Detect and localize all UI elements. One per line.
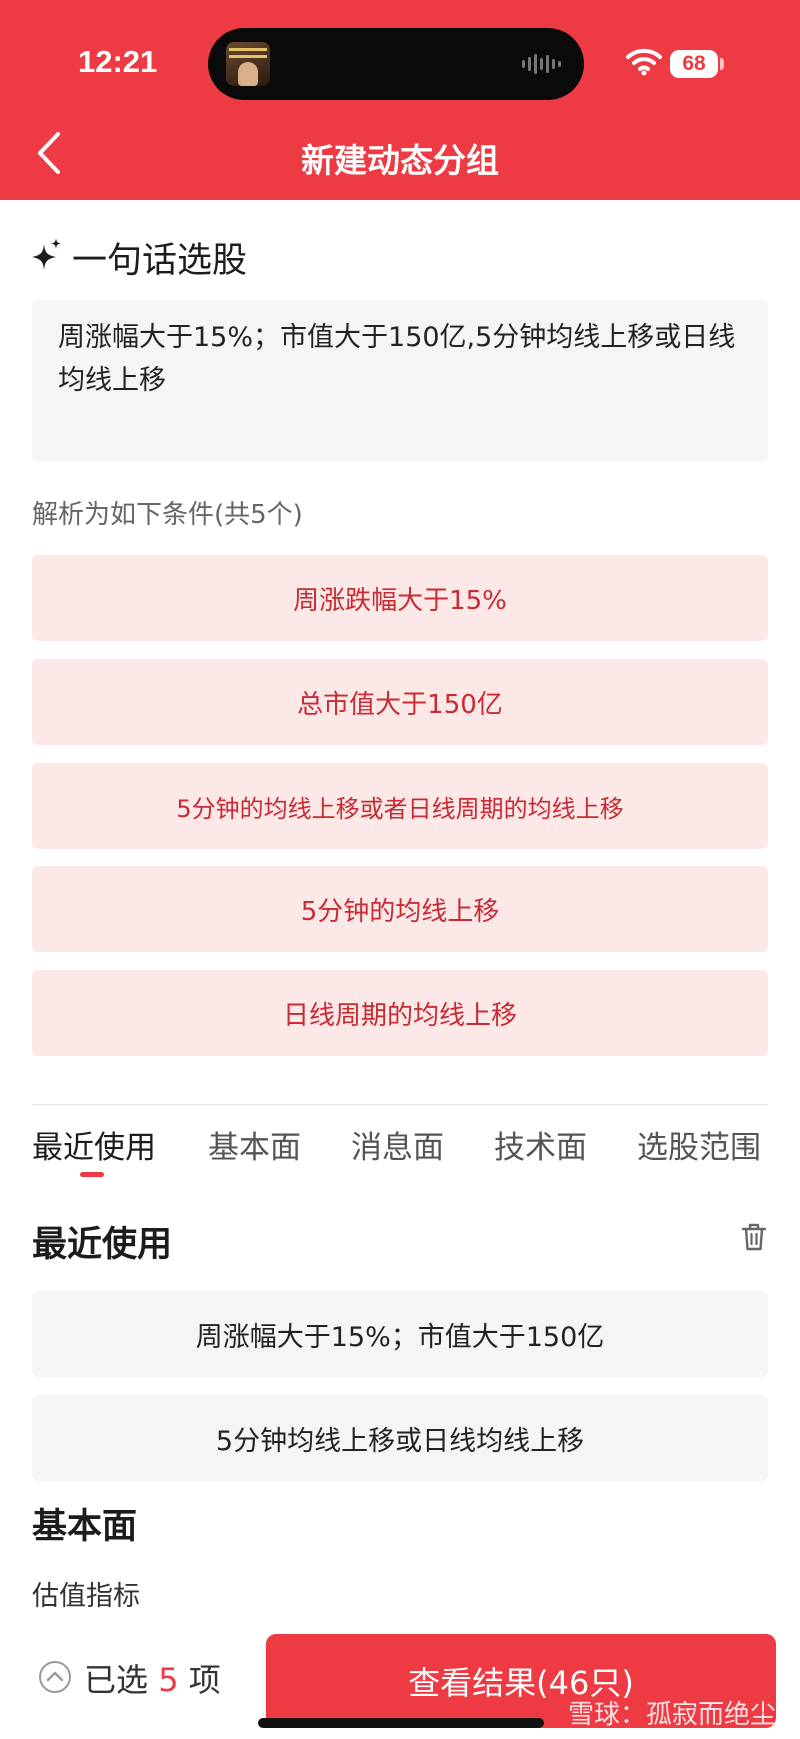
chevron-up-circle-icon[interactable] xyxy=(38,1660,72,1694)
selected-prefix: 已选 xyxy=(84,1661,149,1699)
condition-chip[interactable]: 日线周期的均线上移 xyxy=(32,970,768,1056)
recent-query-item[interactable]: 5分钟均线上移或日线均线上移 xyxy=(32,1395,768,1481)
home-indicator[interactable] xyxy=(258,1718,544,1728)
fundamentals-section-title: 基本面 xyxy=(32,1507,138,1547)
active-tab-indicator xyxy=(80,1172,104,1177)
condition-chip[interactable]: 总市值大于150亿 xyxy=(32,659,768,745)
trash-icon[interactable] xyxy=(740,1222,768,1252)
selected-suffix: 项 xyxy=(188,1661,221,1699)
tab-recent[interactable]: 最近使用 xyxy=(32,1122,156,1167)
condition-chip[interactable]: 5分钟的均线上移或者日线周期的均线上移 xyxy=(32,763,768,849)
selected-count-text: 已选 5 项 xyxy=(84,1655,221,1701)
condition-chip[interactable]: 周涨跌幅大于15% xyxy=(32,555,768,641)
recent-section-title: 最近使用 xyxy=(32,1225,173,1265)
battery-indicator: 68 xyxy=(670,50,718,78)
wifi-icon xyxy=(626,48,662,76)
media-thumbnail xyxy=(226,42,270,86)
dynamic-island[interactable] xyxy=(208,28,584,100)
ai-section-title: 一句话选股 xyxy=(72,241,248,281)
parsed-conditions-label: 解析为如下条件(共5个) xyxy=(32,500,303,530)
tab-technical[interactable]: 技术面 xyxy=(494,1122,587,1167)
valuation-subcategory: 估值指标 xyxy=(32,1581,140,1612)
tab-stock-universe[interactable]: 选股范围 xyxy=(637,1122,761,1167)
page-title: 新建动态分组 xyxy=(301,141,499,180)
sparkle-icon xyxy=(32,238,62,272)
battery-tip xyxy=(720,58,724,70)
selected-count: 5 xyxy=(158,1661,179,1699)
tab-fundamentals[interactable]: 基本面 xyxy=(208,1122,301,1167)
tab-news[interactable]: 消息面 xyxy=(351,1122,444,1167)
recent-query-item[interactable]: 周涨幅大于15%；市值大于150亿 xyxy=(32,1291,768,1377)
watermark: 雪球：孤寂而绝尘 xyxy=(567,1700,776,1730)
query-input[interactable]: 周涨幅大于15%；市值大于150亿,5分钟均线上移或日线均线上移 xyxy=(32,300,768,462)
divider xyxy=(32,1104,768,1105)
status-time: 12:21 xyxy=(78,44,158,79)
condition-chip[interactable]: 5分钟的均线上移 xyxy=(32,866,768,952)
audio-wave-icon xyxy=(522,52,562,76)
